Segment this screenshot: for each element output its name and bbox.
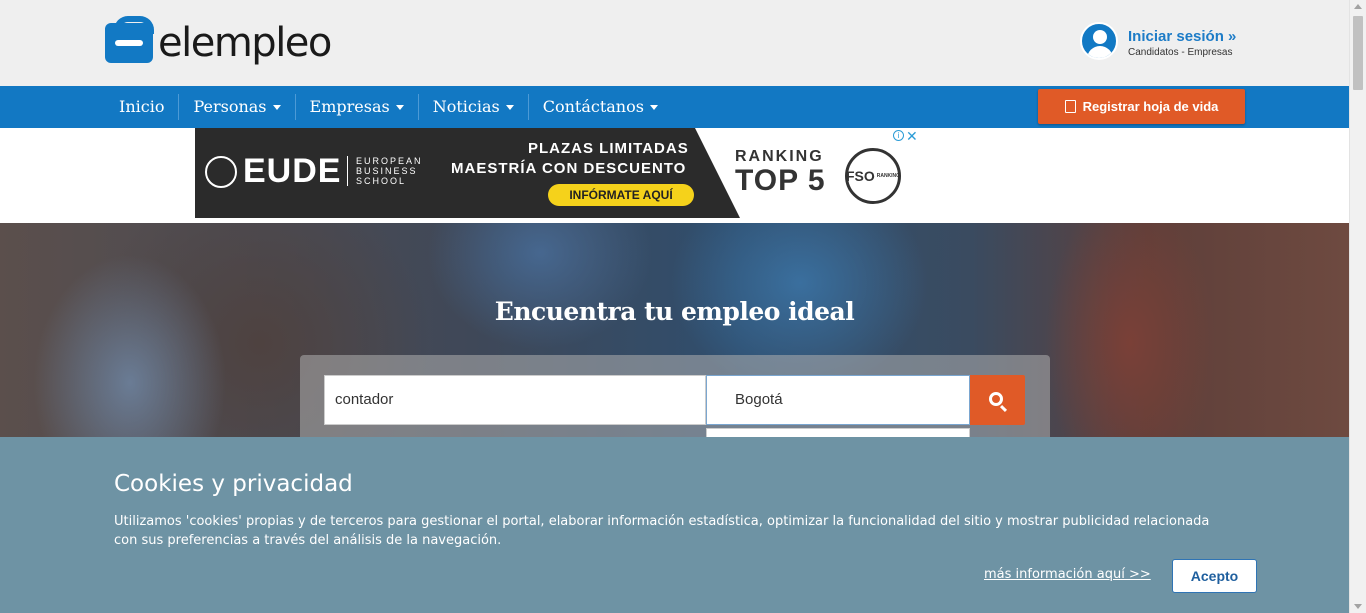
document-icon: [1064, 100, 1076, 113]
cookie-title: Cookies y privacidad: [114, 471, 353, 497]
logo[interactable]: elempleo: [105, 16, 332, 69]
scroll-thumb[interactable]: [1353, 16, 1363, 90]
nav-item-inicio[interactable]: Inicio: [105, 94, 180, 120]
ad-band: EUDE EUROPEAN BUSINESS SCHOOL PLAZAS LIM…: [0, 128, 1349, 223]
ad-banner[interactable]: EUDE EUROPEAN BUSINESS SCHOOL PLAZAS LIM…: [195, 128, 920, 218]
search-icon: [989, 391, 1003, 406]
fso-badge-sub: RANKING: [876, 173, 901, 179]
ad-top5: TOP 5: [735, 164, 826, 197]
register-cv-button[interactable]: Registrar hoja de vida: [1038, 89, 1245, 124]
cookie-text: Utilizamos 'cookies' propias y de tercer…: [114, 514, 1210, 548]
caret-down-icon: [505, 105, 514, 110]
scroll-up-icon[interactable]: [1354, 4, 1362, 9]
register-cv-label: Registrar hoja de vida: [1082, 99, 1219, 114]
keyword-input[interactable]: contador: [324, 375, 706, 425]
nav-item-label: Personas: [193, 97, 267, 116]
ad-brand: EUDE: [243, 152, 342, 190]
ad-line1: PLAZAS LIMITADAS: [528, 140, 689, 157]
hero-title: Encuentra tu empleo ideal: [494, 297, 855, 326]
hero: Encuentra tu empleo ideal contador Bogot…: [0, 223, 1349, 437]
nav-item-label: Inicio: [119, 97, 165, 116]
logo-text: elempleo: [158, 20, 332, 66]
fso-badge-text: FSO: [845, 168, 875, 184]
nav-item-noticias[interactable]: Noticias: [419, 94, 529, 120]
ad-line2: MAESTRÍA CON DESCUENTO: [451, 160, 687, 177]
login-area[interactable]: Iniciar sesión » Candidatos - Empresas: [1080, 22, 1236, 60]
location-suggestions[interactable]: [706, 428, 970, 437]
caret-down-icon: [649, 105, 658, 110]
nav-item-label: Contáctanos: [542, 97, 644, 116]
login-text: Iniciar sesión » Candidatos - Empresas: [1128, 22, 1236, 58]
nav-item-label: Noticias: [432, 97, 500, 116]
accept-cookies-button[interactable]: Acepto: [1172, 559, 1257, 593]
cookie-banner: Cookies y privacidad Utilizamos 'cookies…: [0, 437, 1349, 613]
user-avatar-icon[interactable]: [1080, 22, 1118, 60]
fso-badge: FSO RANKING: [845, 148, 901, 204]
login-subtitle: Candidatos - Empresas: [1128, 47, 1233, 58]
ad-info-icon[interactable]: i: [893, 130, 904, 141]
nav-item-label: Empresas: [309, 97, 390, 116]
scrollbar[interactable]: [1349, 0, 1366, 613]
scroll-down-icon[interactable]: [1354, 604, 1362, 609]
location-input[interactable]: Bogotá: [706, 375, 970, 425]
ad-school: EUROPEAN BUSINESS SCHOOL: [347, 156, 437, 186]
search-button[interactable]: [970, 375, 1025, 425]
eude-emblem-icon: [205, 156, 237, 188]
ad-cta-button[interactable]: INFÓRMATE AQUÍ: [548, 184, 694, 206]
header: elempleo Iniciar sesión » Candidatos - E…: [0, 0, 1349, 86]
nav-item-empresas[interactable]: Empresas: [296, 94, 419, 120]
cookie-more-info-link[interactable]: más información aquí >>: [984, 567, 1151, 582]
ad-close-icon[interactable]: ✕: [906, 128, 918, 145]
login-link[interactable]: Iniciar sesión »: [1128, 28, 1236, 45]
page: elempleo Iniciar sesión » Candidatos - E…: [0, 0, 1366, 613]
caret-down-icon: [395, 105, 404, 110]
search-box: contador Bogotá: [300, 355, 1050, 437]
caret-down-icon: [272, 105, 281, 110]
briefcase-icon: [105, 16, 154, 63]
nav-item-contactanos[interactable]: Contáctanos: [529, 94, 672, 120]
nav-item-personas[interactable]: Personas: [179, 94, 296, 120]
